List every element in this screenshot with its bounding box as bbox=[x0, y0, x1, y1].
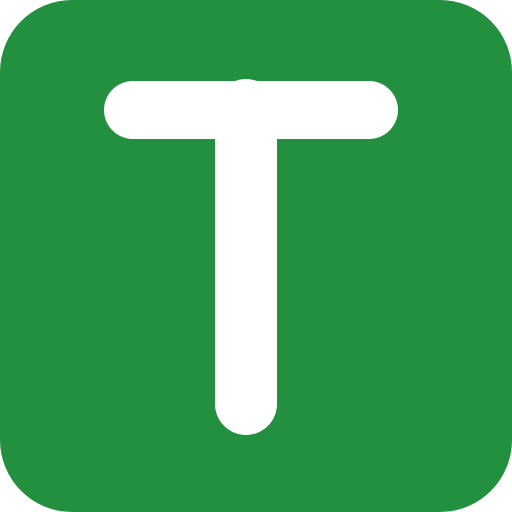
app-icon[interactable] bbox=[0, 0, 512, 512]
app-icon-graphic bbox=[0, 0, 512, 512]
